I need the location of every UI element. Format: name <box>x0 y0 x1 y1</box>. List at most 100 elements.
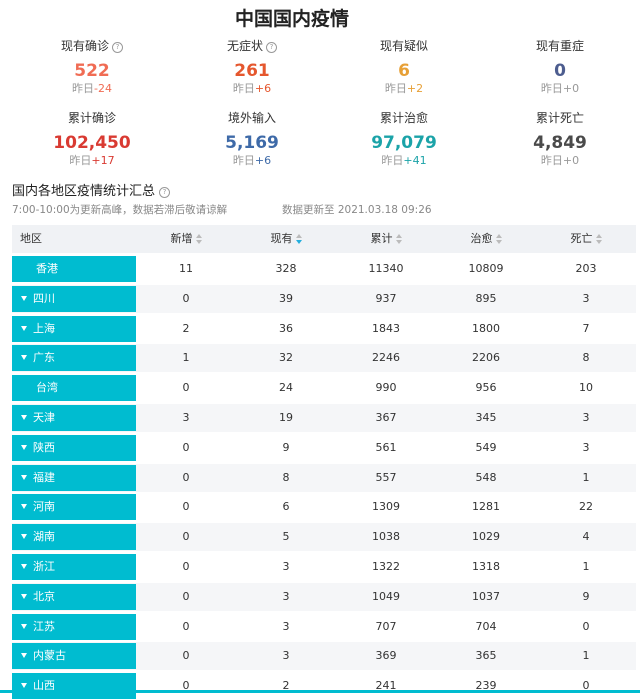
table-cell: 369 <box>375 649 397 663</box>
compare-label: 昨日 <box>232 82 255 95</box>
region-cell[interactable]: 天津 <box>12 405 136 431</box>
table-header: 地区 新增 现有 累计 治愈 死亡 <box>12 225 636 253</box>
table-cell: 2246 <box>372 351 400 365</box>
table-cell: 1037 <box>472 589 500 603</box>
table-cell: 3 <box>282 589 290 603</box>
table-cell: 241 <box>375 679 397 693</box>
table-cell: 10 <box>579 381 593 395</box>
region-cell[interactable]: 香港 <box>12 256 136 282</box>
region-name: 江苏 <box>33 619 55 633</box>
region-cell[interactable]: 四川 <box>12 285 136 312</box>
table-cell: 1309 <box>372 500 400 514</box>
expand-arrow-icon[interactable] <box>21 415 27 420</box>
compare-value: +2 <box>406 82 424 95</box>
table-cell: 345 <box>475 411 497 424</box>
stat-compare: 昨日+0 <box>480 82 640 96</box>
stat-compare: 昨日+6 <box>172 82 332 96</box>
region-cell[interactable]: 福建 <box>12 464 136 491</box>
help-icon[interactable]: ? <box>266 42 277 53</box>
region-cell[interactable]: 浙江 <box>12 554 136 580</box>
table-cell: 2206 <box>472 351 500 365</box>
table-row: 山西 0 2 241 239 0 <box>12 672 636 700</box>
expand-arrow-icon[interactable] <box>21 444 27 450</box>
header-sort-5[interactable]: 死亡 <box>526 225 640 253</box>
expand-arrow-icon[interactable] <box>21 504 27 510</box>
expand-arrow-icon[interactable] <box>21 534 27 540</box>
table-cell: 365 <box>475 649 497 663</box>
sort-icon[interactable] <box>295 234 302 244</box>
table-cell: 328 <box>275 262 297 275</box>
expand-arrow-icon[interactable] <box>21 593 27 599</box>
table-cell: 956 <box>475 381 497 395</box>
expand-arrow-icon[interactable] <box>21 295 27 301</box>
table-cell: 0 <box>182 649 190 663</box>
header-label: 现有 <box>270 232 293 245</box>
region-name: 上海 <box>33 321 55 335</box>
expand-arrow-icon[interactable] <box>21 653 27 659</box>
expand-arrow-icon[interactable] <box>21 355 27 361</box>
stat-label: 累计死亡 <box>480 110 640 126</box>
region-cell[interactable]: 山西 <box>12 673 136 700</box>
table-cell: 32 <box>279 351 293 365</box>
region-name: 浙江 <box>33 560 55 573</box>
expand-arrow-icon[interactable] <box>21 683 27 689</box>
table-cell: 367 <box>375 411 397 424</box>
region-name: 湖南 <box>33 530 55 544</box>
table-cell: 10809 <box>468 262 504 275</box>
table-cell: 990 <box>375 381 397 395</box>
sort-icon[interactable] <box>195 234 202 244</box>
table-cell: 1 <box>582 649 590 663</box>
table-cell: 4 <box>582 530 590 544</box>
table-cell: 0 <box>582 619 590 633</box>
table-cell: 895 <box>475 291 497 305</box>
table-cell: 11 <box>179 262 193 275</box>
header-label: 新增 <box>170 232 193 245</box>
table-row: 香港 11 328 11340 10809 203 <box>12 255 636 283</box>
table-cell: 0 <box>182 440 190 454</box>
table-cell: 1281 <box>472 500 500 514</box>
region-cell[interactable]: 江苏 <box>12 613 136 640</box>
region-cell[interactable]: 陕西 <box>12 434 136 461</box>
region-cell[interactable]: 广东 <box>12 345 136 372</box>
help-icon[interactable]: ? <box>112 42 123 53</box>
stat-value: 97,079 <box>371 133 437 153</box>
table-cell: 1 <box>182 351 190 365</box>
stat-compare: 昨日+2 <box>324 82 484 96</box>
stat-value: 4,849 <box>533 133 587 153</box>
table-cell: 3 <box>282 560 290 573</box>
stat-card: 现有疑似 6 昨日+2 <box>324 38 484 96</box>
region-cell[interactable]: 河南 <box>12 494 136 521</box>
table-cell: 2 <box>182 321 190 335</box>
expand-arrow-icon[interactable] <box>21 474 27 480</box>
compare-value: +6 <box>254 154 272 167</box>
region-name: 内蒙古 <box>33 649 66 663</box>
expand-arrow-icon[interactable] <box>21 325 27 331</box>
stat-label: 现有疑似 <box>324 38 484 54</box>
expand-arrow-icon[interactable] <box>21 623 27 629</box>
table-cell: 548 <box>475 470 497 484</box>
compare-label: 昨日 <box>384 82 407 95</box>
sort-icon[interactable] <box>495 234 502 244</box>
stat-label: 累计治愈 <box>324 110 484 126</box>
region-cell[interactable]: 北京 <box>12 583 136 610</box>
stat-card: 累计确诊 102,450 昨日+17 <box>12 110 172 168</box>
table-row: 上海 2 36 1843 1800 7 <box>12 315 636 343</box>
expand-arrow-icon[interactable] <box>21 564 27 569</box>
region-cell[interactable]: 湖南 <box>12 524 136 551</box>
table-cell: 1322 <box>372 560 400 573</box>
table-cell: 3 <box>582 440 590 454</box>
stat-card: 现有重症 0 昨日+0 <box>480 38 640 96</box>
sort-icon[interactable] <box>595 234 602 244</box>
region-cell[interactable]: 内蒙古 <box>12 643 136 670</box>
stat-label: 现有重症 <box>480 38 640 54</box>
table-cell: 1843 <box>372 321 400 335</box>
help-icon[interactable]: ? <box>159 187 171 198</box>
stat-label-text: 现有疑似 <box>379 39 428 53</box>
region-cell[interactable]: 上海 <box>12 315 136 342</box>
table-cell: 5 <box>282 530 290 544</box>
sort-icon[interactable] <box>395 234 402 244</box>
region-cell[interactable]: 台湾 <box>12 375 136 402</box>
region-name: 北京 <box>33 589 55 603</box>
compare-value: -24 <box>94 82 112 95</box>
table-cell: 557 <box>375 470 397 484</box>
